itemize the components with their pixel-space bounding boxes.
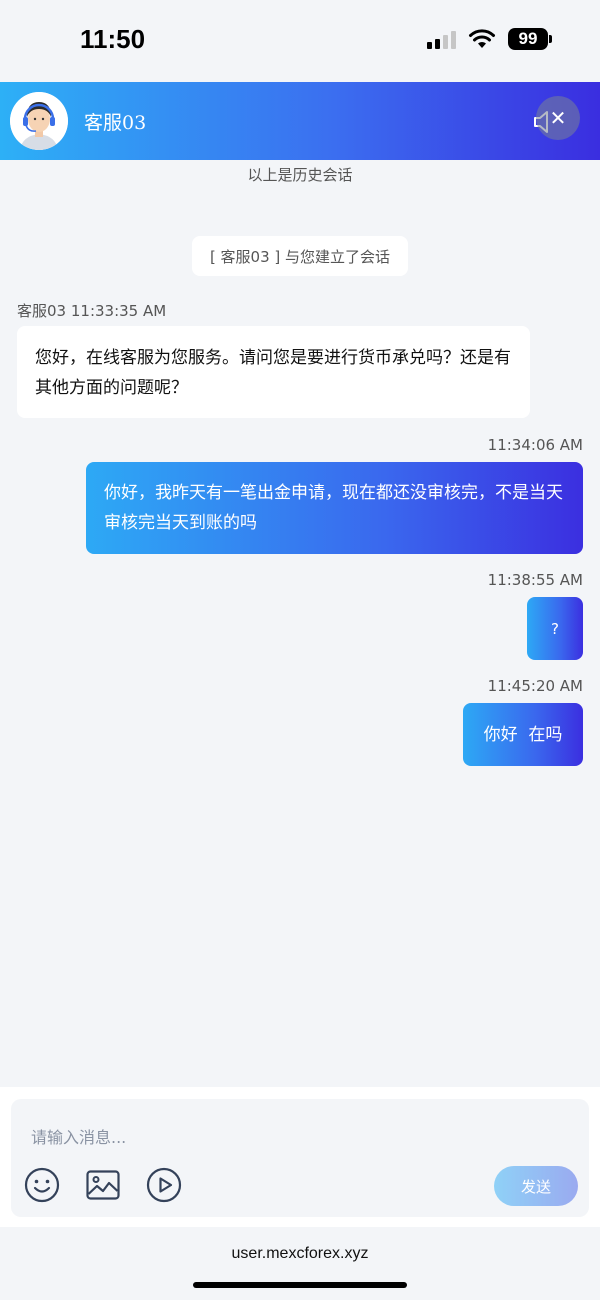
home-indicator[interactable]	[193, 1282, 407, 1288]
user-message-bubble: ?	[527, 597, 583, 660]
send-button[interactable]: 发送	[494, 1166, 578, 1206]
emoji-icon[interactable]	[24, 1167, 60, 1203]
status-icons: 99	[427, 28, 552, 50]
image-icon[interactable]	[85, 1167, 121, 1203]
url-text[interactable]: user.mexcforex.xyz	[0, 1245, 600, 1263]
status-bar: 11:50 99	[0, 0, 600, 82]
composer-panel: 发送	[0, 1087, 600, 1227]
wifi-icon	[469, 29, 495, 48]
composer: 发送	[11, 1099, 589, 1217]
message-meta: 11:38:55 AM	[487, 571, 583, 589]
history-note: 以上是历史会话	[247, 166, 353, 184]
chat-header: 客服03	[0, 82, 600, 160]
agent-name: 客服03	[84, 112, 147, 134]
agent-headset-avatar-icon	[10, 92, 68, 150]
user-message-bubble: 你好，我昨天有一笔出金申请，现在都还没审核完，不是当天审核完当天到账的吗	[86, 462, 583, 554]
battery-indicator: 99	[508, 28, 552, 50]
close-button[interactable]: ✕	[536, 96, 580, 140]
message-meta: 11:45:20 AM	[487, 677, 583, 695]
video-icon[interactable]	[146, 1167, 182, 1203]
message-input[interactable]	[31, 1123, 551, 1151]
agent-message-bubble: 您好，在线客服为您服务。请问您是要进行货币承兑吗？还是有其他方面的问题呢？	[17, 326, 530, 418]
cellular-signal-icon	[427, 29, 456, 49]
status-time: 11:50	[80, 24, 146, 54]
browser-url-bar[interactable]: user.mexcforex.xyz	[0, 1227, 600, 1300]
system-message: [ 客服03 ] 与您建立了会话	[192, 236, 408, 276]
user-message-bubble: 你好 在吗	[463, 703, 583, 766]
close-icon: ✕	[549, 106, 567, 130]
agent-avatar	[10, 92, 68, 150]
message-meta: 客服03 11:33:35 AM	[17, 302, 167, 320]
message-meta: 11:34:06 AM	[487, 436, 583, 454]
